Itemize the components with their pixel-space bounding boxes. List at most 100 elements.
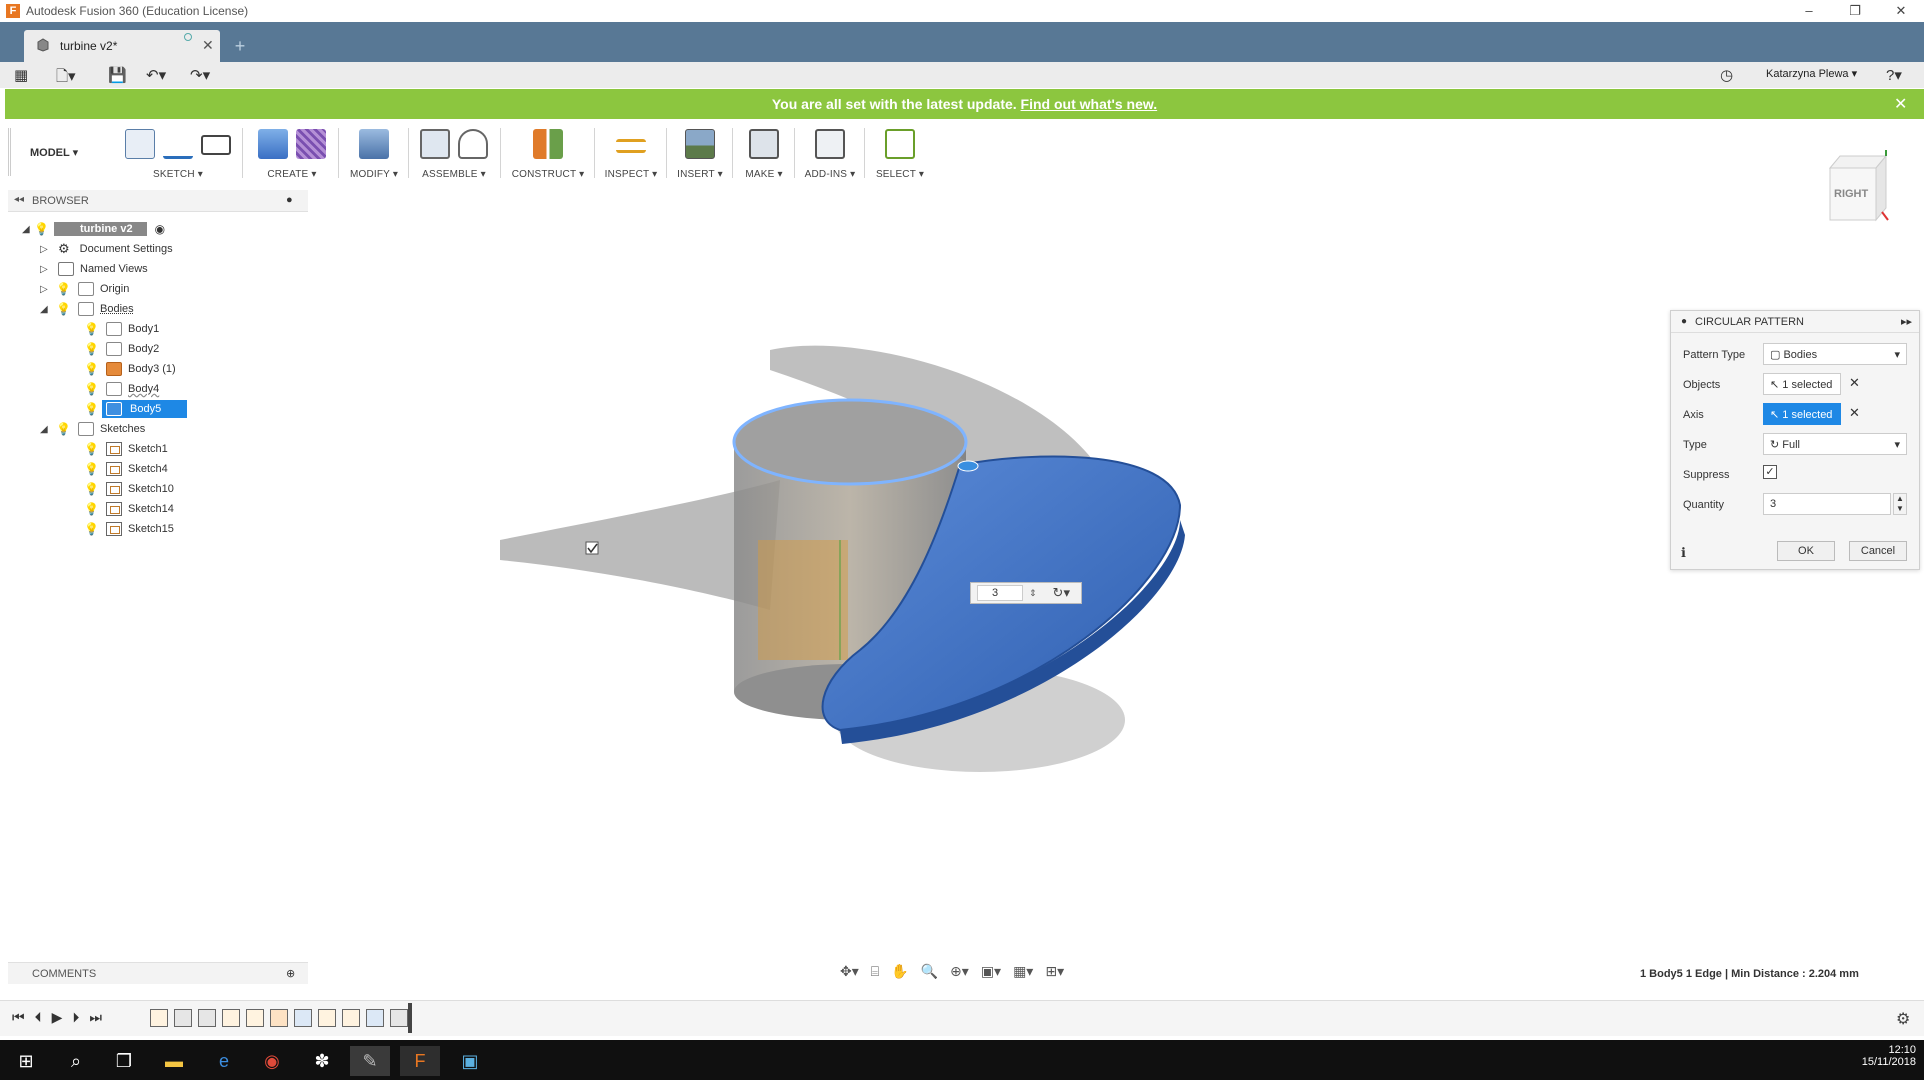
type-select[interactable]: ↻ Full ▾ bbox=[1763, 433, 1907, 455]
orbit-icon[interactable]: ✥▾ bbox=[840, 963, 859, 985]
zoom-icon[interactable]: 🔍 bbox=[921, 963, 938, 985]
create-sketch-icon[interactable] bbox=[125, 129, 155, 159]
stepper-icon[interactable]: ⇕ bbox=[1029, 588, 1037, 599]
banner-close-icon[interactable]: ✕ bbox=[1894, 94, 1907, 114]
tree-item-selected[interactable]: Body5 bbox=[102, 400, 188, 418]
canvas-quantity-input[interactable]: 3 bbox=[977, 585, 1023, 601]
workspace-switcher[interactable]: MODEL ▾ bbox=[30, 146, 78, 159]
new-component-icon[interactable] bbox=[420, 129, 450, 159]
step-forward-icon[interactable]: ⏵ bbox=[72, 1009, 79, 1026]
clear-axis-icon[interactable]: ✕ bbox=[1849, 405, 1860, 421]
timeline-feature-sketch-icon[interactable] bbox=[246, 1009, 264, 1027]
tree-item-body3[interactable]: 💡 Body3 (1) bbox=[22, 359, 322, 379]
banner-link[interactable]: Find out what's new. bbox=[1021, 96, 1158, 112]
close-window-button[interactable]: ✕ bbox=[1878, 0, 1924, 22]
collapse-icon[interactable]: ◢ bbox=[40, 304, 52, 315]
ribbon-group-addins[interactable]: ADD-INS ▾ bbox=[800, 125, 860, 187]
tree-item-body2[interactable]: 💡 Body2 bbox=[22, 339, 322, 359]
tree-item-sketch15[interactable]: 💡 Sketch15 bbox=[22, 519, 322, 539]
rotate-direction-icon[interactable]: ↻▾ bbox=[1053, 585, 1070, 601]
viewports-icon[interactable]: ⊞▾ bbox=[1045, 963, 1064, 985]
fusion-taskbar-icon[interactable]: F bbox=[400, 1046, 440, 1076]
tree-item-sketches[interactable]: ◢ 💡 Sketches bbox=[22, 419, 322, 439]
visibility-bulb-icon[interactable]: 💡 bbox=[56, 422, 71, 436]
ribbon-group-assemble[interactable]: ASSEMBLE ▾ bbox=[414, 125, 494, 187]
save-icon[interactable]: 💾 bbox=[108, 66, 127, 84]
dialog-expand-icon[interactable]: ▸▸ bbox=[1901, 315, 1912, 328]
expand-icon[interactable]: ▷ bbox=[40, 244, 52, 255]
undo-icon[interactable]: ↶▾ bbox=[146, 66, 166, 84]
timeline-feature-sketch-icon[interactable] bbox=[318, 1009, 336, 1027]
cancel-button[interactable]: Cancel bbox=[1849, 541, 1907, 561]
restore-button[interactable]: ❐ bbox=[1832, 0, 1878, 22]
measure-icon[interactable] bbox=[616, 139, 646, 153]
form-icon[interactable] bbox=[296, 129, 326, 159]
press-pull-icon[interactable] bbox=[359, 129, 389, 159]
3d-print-icon[interactable] bbox=[749, 129, 779, 159]
tree-item-body4[interactable]: 💡 Body4 bbox=[22, 379, 322, 399]
tree-item-sketch14[interactable]: 💡 Sketch14 bbox=[22, 499, 322, 519]
ribbon-group-construct[interactable]: CONSTRUCT ▾ bbox=[506, 125, 590, 187]
ribbon-group-inspect[interactable]: INSPECT ▾ bbox=[600, 125, 662, 187]
hub-top-edge[interactable] bbox=[732, 398, 968, 486]
timeline-feature-icon[interactable] bbox=[390, 1009, 408, 1027]
timeline-feature-icon[interactable] bbox=[198, 1009, 216, 1027]
tab-close-icon[interactable]: ✕ bbox=[202, 37, 214, 54]
redo-icon[interactable]: ↷▾ bbox=[190, 66, 210, 84]
timeline-feature-sketch-icon[interactable] bbox=[222, 1009, 240, 1027]
timeline-feature-extrude-icon[interactable] bbox=[294, 1009, 312, 1027]
dialog-titlebar[interactable]: ● CIRCULAR PATTERN ▸▸ bbox=[1671, 311, 1919, 333]
browser-pin-icon[interactable]: ● bbox=[286, 194, 293, 206]
clear-objects-icon[interactable]: ✕ bbox=[1849, 375, 1860, 391]
minimize-button[interactable]: – bbox=[1786, 0, 1832, 22]
browser-header[interactable]: ◂◂ BROWSER ● bbox=[8, 190, 308, 212]
grid-settings-icon[interactable]: ▦▾ bbox=[1013, 963, 1033, 985]
canvas-quantity-widget[interactable]: 3 ⇕ ↻▾ bbox=[970, 582, 1082, 604]
visibility-bulb-icon[interactable]: 💡 bbox=[84, 402, 99, 416]
suppress-instance-checkbox[interactable] bbox=[585, 541, 599, 555]
taskbar-clock[interactable]: 12:10 15/11/2018 bbox=[1856, 1044, 1916, 1068]
ok-button[interactable]: OK bbox=[1777, 541, 1835, 561]
user-account-menu[interactable]: Katarzyna Plewa ▾ bbox=[1766, 67, 1857, 80]
help-icon[interactable]: ?▾ bbox=[1886, 66, 1902, 84]
insert-image-icon[interactable] bbox=[685, 129, 715, 159]
look-at-icon[interactable]: ⌸ bbox=[871, 963, 879, 985]
timeline-marker[interactable] bbox=[408, 1003, 412, 1033]
ribbon-group-modify[interactable]: MODIFY ▾ bbox=[344, 125, 404, 187]
visibility-bulb-icon[interactable]: 💡 bbox=[84, 502, 99, 516]
go-to-end-icon[interactable]: ⏭ bbox=[89, 1009, 102, 1026]
task-view-icon[interactable]: ❐ bbox=[104, 1046, 144, 1076]
visibility-bulb-icon[interactable]: 💡 bbox=[56, 302, 71, 316]
timeline-feature-icon[interactable] bbox=[270, 1009, 288, 1027]
ribbon-group-create[interactable]: CREATE ▾ bbox=[250, 125, 334, 187]
visibility-bulb-icon[interactable]: 💡 bbox=[84, 522, 99, 536]
visibility-bulb-icon[interactable]: 💡 bbox=[84, 322, 99, 336]
visibility-bulb-icon[interactable]: 💡 bbox=[84, 442, 99, 456]
ribbon-group-select[interactable]: SELECT ▾ bbox=[870, 125, 930, 187]
joint-icon[interactable] bbox=[458, 129, 488, 159]
viewcube[interactable]: RIGHT bbox=[1826, 146, 1890, 222]
info-icon[interactable]: ℹ bbox=[1681, 545, 1686, 561]
quantity-stepper[interactable]: ▲ ▼ bbox=[1893, 493, 1907, 515]
ribbon-group-insert[interactable]: INSERT ▾ bbox=[672, 125, 728, 187]
play-icon[interactable]: ▶ bbox=[52, 1009, 63, 1026]
tree-item-document-settings[interactable]: ▷ ⚙ Document Settings bbox=[22, 239, 322, 259]
timeline-feature-icon[interactable] bbox=[174, 1009, 192, 1027]
app-icon[interactable]: ✽ bbox=[302, 1046, 342, 1076]
root-component-label[interactable]: turbine v2 bbox=[54, 222, 147, 236]
visibility-bulb-icon[interactable]: 💡 bbox=[84, 382, 99, 396]
go-to-start-icon[interactable]: ⏮ bbox=[12, 1009, 25, 1026]
extrude-icon[interactable] bbox=[258, 129, 288, 159]
new-tab-button[interactable]: + bbox=[228, 36, 252, 58]
timeline-feature-sketch-icon[interactable] bbox=[150, 1009, 168, 1027]
timeline-settings-gear-icon[interactable]: ⚙ bbox=[1896, 1009, 1910, 1029]
add-comment-icon[interactable]: ⊕ bbox=[286, 967, 295, 980]
job-status-clock-icon[interactable]: ◷ bbox=[1720, 66, 1733, 84]
tree-item-body1[interactable]: 💡 Body1 bbox=[22, 319, 322, 339]
step-back-icon[interactable]: ⏴ bbox=[35, 1009, 42, 1026]
visibility-bulb-icon[interactable]: 💡 bbox=[34, 222, 49, 236]
rectangle-tool-icon[interactable] bbox=[201, 135, 231, 155]
tree-item-body5[interactable]: 💡 Body5 bbox=[22, 399, 322, 419]
suppress-checkbox[interactable]: ✓ bbox=[1763, 465, 1777, 479]
ribbon-group-make[interactable]: MAKE ▾ bbox=[738, 125, 790, 187]
